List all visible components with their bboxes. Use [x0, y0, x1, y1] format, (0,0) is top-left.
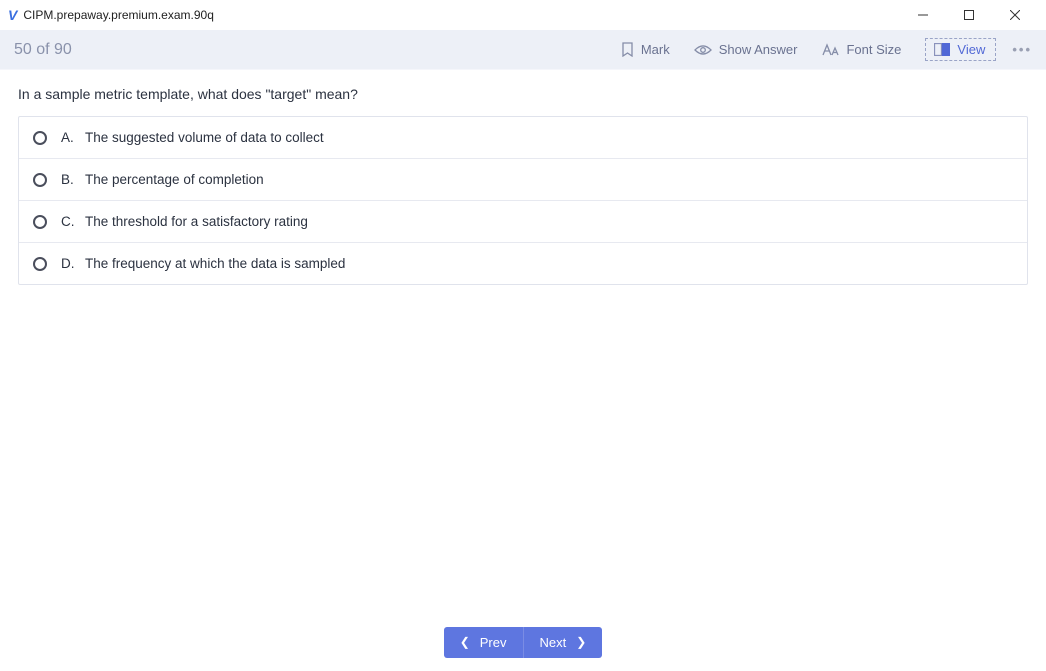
next-label: Next — [540, 635, 567, 650]
option-row[interactable]: D. The frequency at which the data is sa… — [19, 243, 1027, 284]
option-text: The frequency at which the data is sampl… — [85, 256, 345, 271]
view-label: View — [957, 42, 985, 57]
show-answer-label: Show Answer — [719, 42, 798, 57]
window-title: CIPM.prepaway.premium.exam.90q — [23, 8, 214, 22]
radio-icon — [33, 131, 47, 145]
question-counter: 50 of 90 — [14, 41, 72, 59]
chevron-right-icon: ❯ — [576, 635, 586, 649]
show-answer-button[interactable]: Show Answer — [694, 42, 798, 57]
font-size-label: Font Size — [846, 42, 901, 57]
window-titlebar: V CIPM.prepaway.premium.exam.90q — [0, 0, 1046, 30]
nav-button-group: ❮ Prev Next ❯ — [444, 627, 603, 658]
font-size-icon — [821, 43, 839, 57]
app-logo-icon: V — [8, 7, 17, 23]
window-maximize-button[interactable] — [946, 0, 992, 30]
option-text: The threshold for a satisfactory rating — [85, 214, 308, 229]
chevron-left-icon: ❮ — [460, 635, 470, 649]
option-letter: D. — [61, 256, 79, 271]
content-area: In a sample metric template, what does "… — [0, 70, 1046, 613]
option-text: The suggested volume of data to collect — [85, 130, 324, 145]
window-close-button[interactable] — [992, 0, 1038, 30]
radio-icon — [33, 215, 47, 229]
mark-label: Mark — [641, 42, 670, 57]
question-text: In a sample metric template, what does "… — [18, 86, 1028, 102]
option-row[interactable]: B. The percentage of completion — [19, 159, 1027, 201]
more-button[interactable]: ••• — [1012, 42, 1032, 57]
options-list: A. The suggested volume of data to colle… — [18, 116, 1028, 285]
eye-icon — [694, 44, 712, 56]
window-minimize-button[interactable] — [900, 0, 946, 30]
radio-icon — [33, 173, 47, 187]
option-letter: A. — [61, 130, 79, 145]
option-row[interactable]: C. The threshold for a satisfactory rati… — [19, 201, 1027, 243]
mark-button[interactable]: Mark — [621, 42, 670, 57]
toolbar: 50 of 90 Mark Show Answer Font Size View… — [0, 30, 1046, 70]
prev-label: Prev — [480, 635, 507, 650]
window-controls — [900, 0, 1038, 30]
next-button[interactable]: Next ❯ — [524, 627, 603, 658]
option-letter: B. — [61, 172, 79, 187]
font-size-button[interactable]: Font Size — [821, 42, 901, 57]
bookmark-icon — [621, 42, 634, 57]
more-icon: ••• — [1012, 42, 1032, 57]
radio-icon — [33, 257, 47, 271]
option-text: The percentage of completion — [85, 172, 264, 187]
option-row[interactable]: A. The suggested volume of data to colle… — [19, 117, 1027, 159]
option-letter: C. — [61, 214, 79, 229]
prev-button[interactable]: ❮ Prev — [444, 627, 524, 658]
view-button[interactable]: View — [925, 38, 996, 61]
view-layout-icon — [934, 43, 950, 56]
footer-nav: ❮ Prev Next ❯ — [0, 613, 1046, 671]
